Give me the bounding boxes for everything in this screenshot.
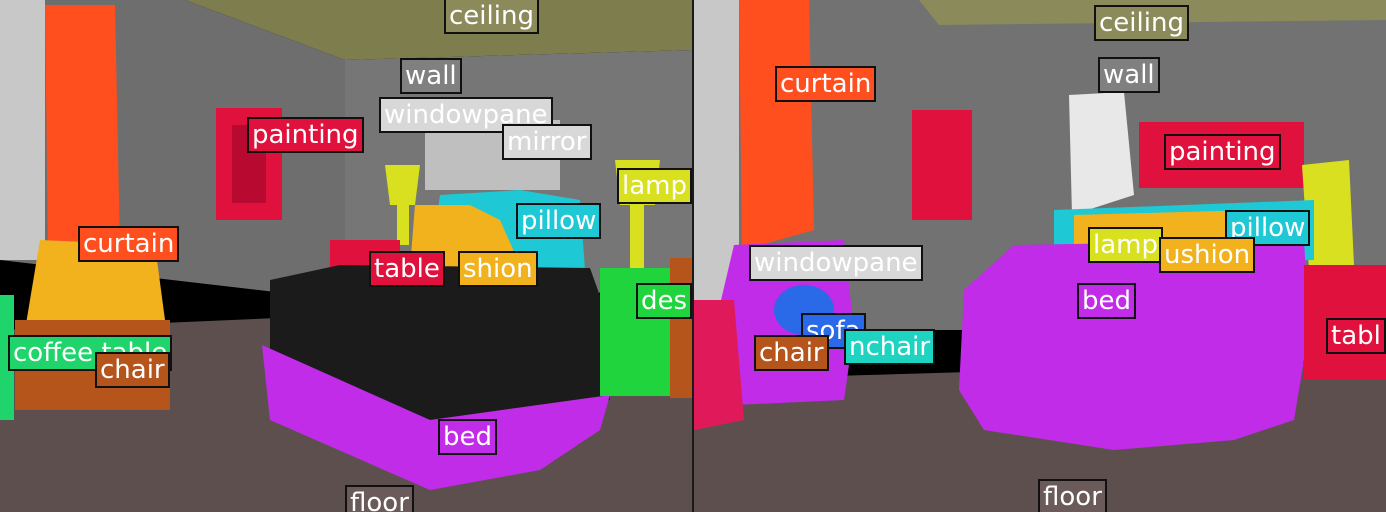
lamp-region — [385, 165, 420, 205]
label-painting: painting — [247, 117, 364, 153]
label-lamp: lamp — [1088, 227, 1163, 263]
label-lamp: lamp — [617, 168, 692, 204]
label-curtain: curtain — [775, 66, 877, 102]
label-curtain: curtain — [78, 226, 180, 262]
label-table: tabl — [1326, 318, 1386, 354]
label-ceiling: ceiling — [1094, 5, 1189, 41]
label-armchair: nchair — [844, 329, 936, 365]
label-ceiling: ceiling — [444, 0, 539, 34]
label-bed: bed — [438, 419, 498, 455]
left-segmentation-panel: ceiling wall windowpane painting mirror … — [0, 0, 692, 512]
right-segmentation-panel: ceiling wall curtain painting pillow lam… — [694, 0, 1386, 512]
windowpane-region — [1069, 92, 1134, 215]
label-cushion: shion — [458, 251, 538, 287]
label-wall: wall — [1098, 57, 1160, 93]
curtain-region — [45, 5, 120, 255]
label-chair: chair — [754, 335, 829, 371]
label-desk: des — [636, 283, 692, 319]
label-wall: wall — [400, 58, 462, 94]
label-pillow: pillow — [516, 203, 602, 239]
label-floor: floor — [345, 485, 414, 512]
label-chair: chair — [95, 352, 170, 388]
bed-region — [959, 240, 1309, 450]
label-floor: floor — [1038, 479, 1107, 512]
curtain-region — [739, 0, 814, 250]
label-bed: bed — [1077, 283, 1137, 319]
label-mirror: mirror — [502, 124, 592, 160]
segmentation-comparison: ceiling wall windowpane painting mirror … — [0, 0, 1386, 512]
window-region — [0, 0, 45, 260]
label-cushion: ushion — [1159, 237, 1256, 273]
label-painting: painting — [1164, 134, 1281, 170]
painting-region — [912, 110, 972, 220]
label-table: table — [369, 251, 445, 287]
label-windowpane: windowpane — [749, 245, 923, 281]
